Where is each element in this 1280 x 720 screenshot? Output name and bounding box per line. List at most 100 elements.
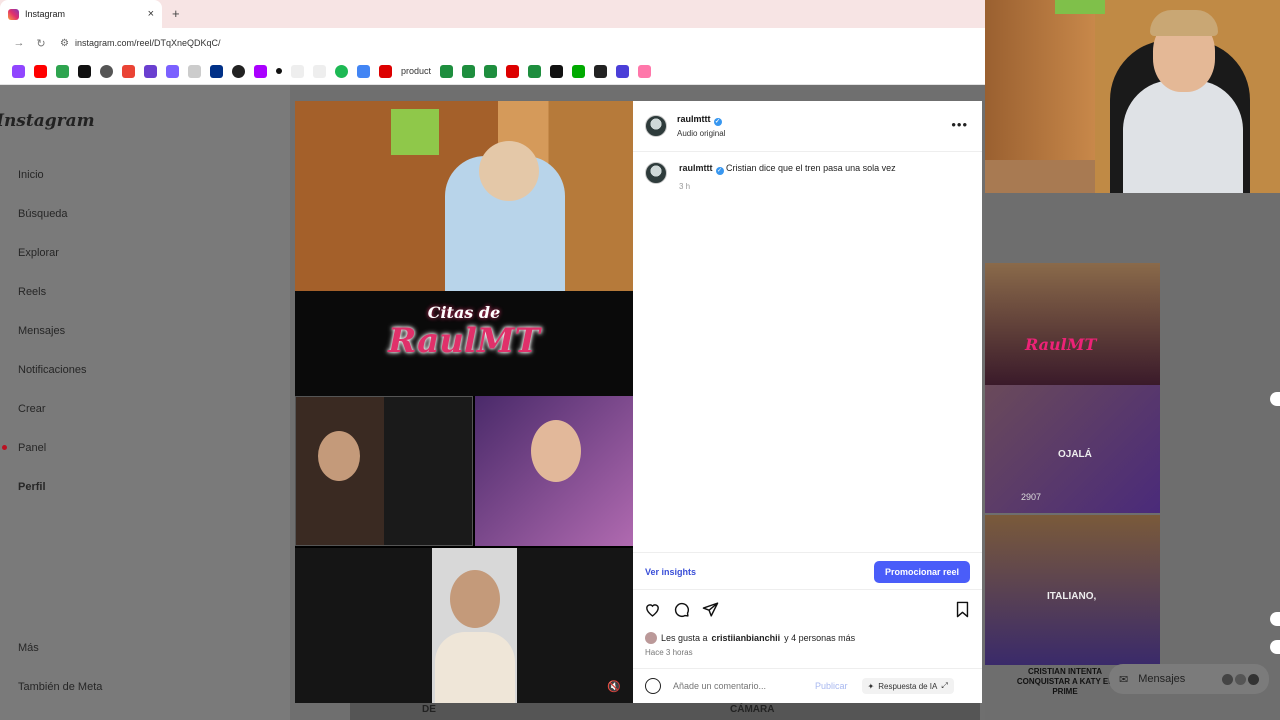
c-bookmark-icon[interactable] [379, 64, 392, 78]
reel-video[interactable]: Citas de RaulMT 🔇 [295, 101, 633, 703]
sidebar-item-panel[interactable]: Panel [18, 442, 46, 454]
author-username-row: raulmttt ✓ [677, 114, 725, 126]
webcam-shirt [1123, 80, 1243, 193]
notification-dot-icon [2, 445, 7, 450]
instagram-logo[interactable]: Instagram [0, 111, 95, 131]
bottom-strip: DE CÁMARA [350, 703, 980, 720]
forward-icon[interactable]: → [8, 37, 30, 49]
address-bar[interactable]: ⚙ instagram.com/reel/DTqXneQDKqC/ [60, 38, 221, 49]
sheets-bookmark-icon-3[interactable] [484, 64, 498, 78]
author-username[interactable]: raulmttt [677, 114, 711, 124]
k-bookmark-icon[interactable] [572, 64, 586, 78]
likes-summary: Les gusta a cristiianbianchii y 4 person… [645, 632, 855, 644]
sidebar-item-mas[interactable]: Más [18, 642, 39, 654]
blank-bookmark-icon[interactable] [291, 64, 304, 78]
paypal-bookmark-icon[interactable] [210, 64, 223, 78]
post-header: raulmttt ✓ Audio original [645, 114, 725, 138]
gmail-bookmark-icon[interactable] [122, 64, 135, 78]
dot-bookmark-icon[interactable] [276, 68, 282, 74]
caption-text-row: raulmttt ✓ Cristian dice que el tren pasa… [679, 163, 896, 175]
sidebar-item-explorar[interactable]: Explorar [18, 247, 59, 259]
grid-thumbnail-2[interactable]: OJALÁ 2907 [985, 385, 1160, 513]
reload-icon[interactable]: ↻ [30, 37, 52, 50]
video-green-drawer [391, 109, 439, 155]
sparkle-icon: ✦ [867, 681, 875, 691]
view-insights-link[interactable]: Ver insights [645, 567, 696, 577]
pink-bookmark-icon[interactable] [638, 64, 652, 78]
ai-reply-label: Respuesta de IA [878, 681, 938, 691]
sidebar-item-meta[interactable]: También de Meta [18, 681, 102, 693]
openai-bookmark-icon[interactable] [100, 64, 113, 78]
caption-username[interactable]: raulmttt [679, 163, 713, 173]
msg-avatar [1235, 673, 1246, 685]
whatsapp-bookmark-icon[interactable] [232, 64, 245, 78]
divider [633, 151, 982, 152]
save-bookmark-icon[interactable] [954, 601, 971, 623]
audio-original-link[interactable]: Audio original [677, 129, 725, 138]
youtube-bookmark-icon[interactable] [34, 64, 47, 78]
sidebar-item-inicio[interactable]: Inicio [18, 169, 44, 181]
s-bookmark-icon[interactable] [594, 64, 608, 78]
stream-caption: CRISTIAN INTENTA CONQUISTAR A KATY EL PR… [1016, 667, 1114, 696]
sidebar-item-perfil[interactable]: Perfil [18, 481, 46, 493]
caption-avatar[interactable] [645, 162, 667, 184]
author-avatar[interactable] [645, 115, 667, 137]
like-heart-icon[interactable] [644, 601, 661, 623]
webcam-floor [985, 160, 1095, 193]
liker-username[interactable]: cristiianbianchii [712, 633, 781, 643]
sidebar-item-mensajes[interactable]: Mensajes [18, 325, 65, 337]
sidebar-item-crear[interactable]: Crear [18, 403, 46, 415]
blue-bookmark-icon[interactable] [616, 64, 630, 78]
ai-reply-button[interactable]: ✦ Respuesta de IA ⤢ [861, 678, 954, 694]
sheets-bookmark-icon-4[interactable] [528, 64, 542, 78]
new-tab-button[interactable]: + [172, 6, 180, 21]
grid-thumbnail-1[interactable]: RaulMT [985, 263, 1160, 385]
play-bookmark-icon[interactable] [357, 64, 370, 78]
mute-icon[interactable]: 🔇 [607, 680, 621, 693]
tiktok-bookmark-icon[interactable] [78, 64, 91, 78]
product-bookmark[interactable]: product [401, 66, 431, 76]
app-bookmark-icon[interactable] [166, 64, 179, 78]
triangle-bookmark-icon[interactable] [254, 64, 267, 78]
caller-bottom-body [435, 632, 515, 703]
spotify-bookmark-icon[interactable] [335, 64, 348, 78]
video-caller-left [295, 396, 473, 546]
webcam-hair [1150, 10, 1218, 36]
likes-others[interactable]: y 4 personas más [784, 633, 855, 643]
dark-bookmark-icon[interactable] [550, 64, 564, 78]
twitch-bookmark-icon[interactable] [12, 64, 25, 78]
sidebar-item-notificaciones[interactable]: Notificaciones [18, 364, 86, 376]
c2-bookmark-icon[interactable] [506, 64, 520, 78]
scroll-handle-icon[interactable] [1270, 392, 1280, 406]
more-options-icon[interactable]: ••• [951, 117, 968, 132]
banner-line1: Citas de [427, 303, 501, 322]
scroll-handle-icon[interactable] [1270, 612, 1280, 626]
purple-bookmark-icon[interactable] [144, 64, 157, 78]
blank2-bookmark-icon[interactable] [313, 64, 326, 78]
site-settings-icon[interactable]: ⚙ [60, 38, 69, 49]
scroll-handle-icon[interactable] [1270, 640, 1280, 654]
close-tab-icon[interactable]: × [148, 8, 154, 20]
sheets-bookmark-icon-1[interactable] [440, 64, 454, 78]
sidebar-item-reels[interactable]: Reels [18, 286, 46, 298]
promote-reel-button[interactable]: Promocionar reel [873, 561, 970, 583]
banner-line2: RaulMT [388, 321, 540, 361]
green-bookmark-icon[interactable] [56, 64, 69, 78]
gray-bookmark-icon[interactable] [188, 64, 201, 78]
thumb-banner: RaulMT [1025, 335, 1097, 354]
grid-thumbnail-3[interactable]: ITALIANO, [985, 515, 1160, 665]
sheets-bookmark-icon-2[interactable] [462, 64, 476, 78]
share-paper-plane-icon[interactable] [702, 601, 719, 623]
messages-floating-button[interactable]: ✉ Mensajes [1109, 664, 1269, 694]
sidebar-item-busqueda[interactable]: Búsqueda [18, 208, 68, 220]
liker-avatar [645, 632, 657, 644]
video-caller-bottom: 🔇 [295, 548, 633, 703]
thumb-text-ojala: OJALÁ [1058, 449, 1092, 460]
comment-bubble-icon[interactable] [673, 601, 690, 623]
comment-input[interactable] [673, 681, 803, 691]
tab-instagram[interactable]: Instagram × [0, 0, 162, 28]
emoji-icon[interactable] [645, 678, 661, 694]
tab-title: Instagram [25, 9, 66, 19]
publish-button[interactable]: Publicar [815, 681, 848, 691]
webcam-wardrobe [985, 0, 1095, 160]
